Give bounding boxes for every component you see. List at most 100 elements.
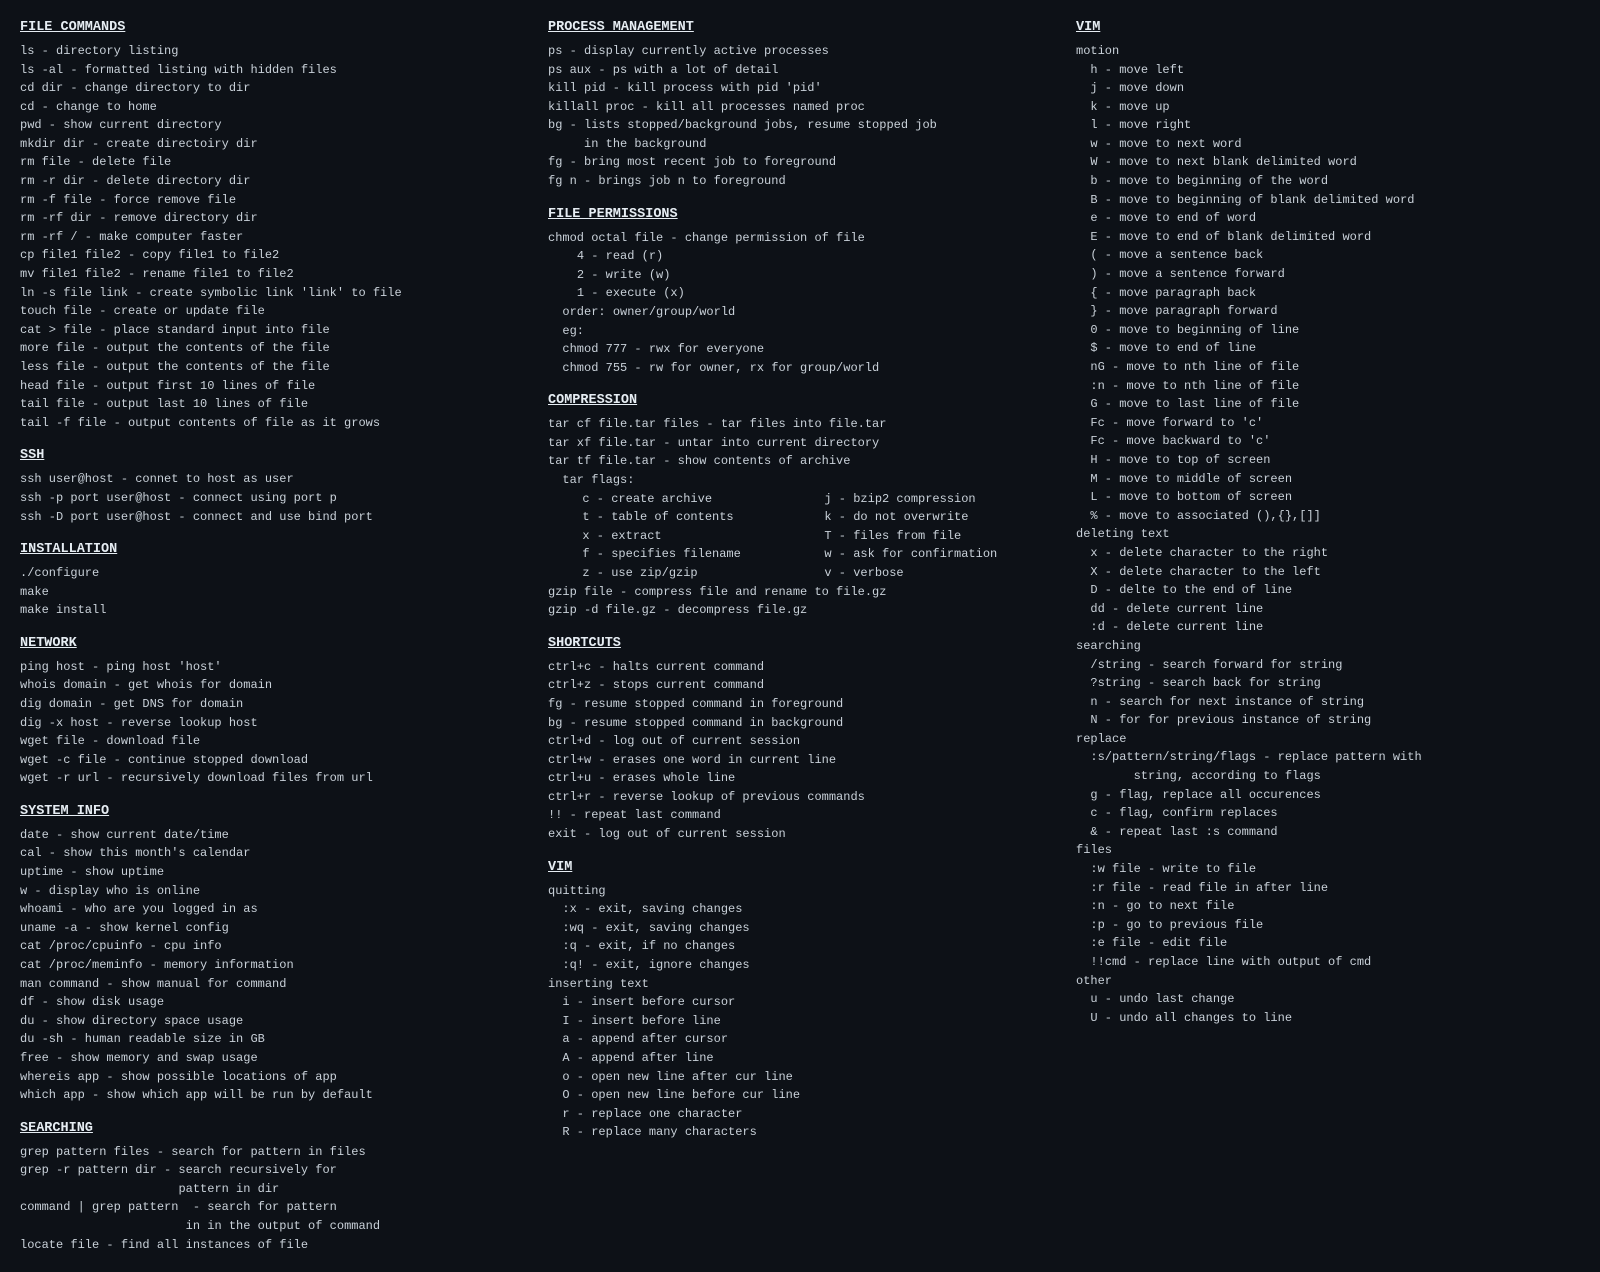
- list-item: !! - repeat last command: [548, 806, 1052, 825]
- list-item: ctrl+r - reverse lookup of previous comm…: [548, 788, 1052, 807]
- list-item: :w file - write to file: [1076, 860, 1580, 879]
- list-item: exit - log out of current session: [548, 825, 1052, 844]
- list-item: pattern in dir: [20, 1180, 524, 1199]
- list-item: G - move to last line of file: [1076, 395, 1580, 414]
- title-file-commands: FILE COMMANDS: [20, 18, 524, 39]
- list-item: dig -x host - reverse lookup host: [20, 714, 524, 733]
- network-list: ping host - ping host 'host'whois domain…: [20, 658, 524, 788]
- list-item: cat > file - place standard input into f…: [20, 321, 524, 340]
- list-item: B - move to beginning of blank delimited…: [1076, 191, 1580, 210]
- list-item: ctrl+c - halts current command: [548, 658, 1052, 677]
- list-item: ps - display currently active processes: [548, 42, 1052, 61]
- list-item: du - show directory space usage: [20, 1012, 524, 1031]
- list-item: whoami - who are you logged in as: [20, 900, 524, 919]
- list-item: chmod 755 - rw for owner, rx for group/w…: [548, 359, 1052, 378]
- list-item: eg:: [548, 322, 1052, 341]
- list-item: 4 - read (r): [548, 247, 1052, 266]
- list-item: i - insert before cursor: [548, 993, 1052, 1012]
- vim-deleting-list: x - delete character to the right X - de…: [1076, 544, 1580, 637]
- list-item: rm -rf dir - remove directory dir: [20, 209, 524, 228]
- ssh-list: ssh user@host - connet to host as userss…: [20, 470, 524, 526]
- list-item: Fc - move backward to 'c': [1076, 432, 1580, 451]
- list-item: dig domain - get DNS for domain: [20, 695, 524, 714]
- title-vim: VIM: [1076, 18, 1580, 39]
- flags-right: j - bzip2 compression k - do not overwri…: [810, 490, 1052, 583]
- list-item: ls - directory listing: [20, 42, 524, 61]
- list-item: date - show current date/time: [20, 826, 524, 845]
- list-item: a - append after cursor: [548, 1030, 1052, 1049]
- list-item: kill pid - kill process with pid 'pid': [548, 79, 1052, 98]
- list-item: du -sh - human readable size in GB: [20, 1030, 524, 1049]
- vim-files-label: files: [1076, 841, 1580, 860]
- list-item: :d - delete current line: [1076, 618, 1580, 637]
- list-item: rm -rf / - make computer faster: [20, 228, 524, 247]
- list-item: cat /proc/cpuinfo - cpu info: [20, 937, 524, 956]
- title-installation: INSTALLATION: [20, 540, 524, 561]
- column-3: VIM motion h - move left j - move down k…: [1076, 18, 1580, 1027]
- list-item: e - move to end of word: [1076, 209, 1580, 228]
- list-item: /string - search forward for string: [1076, 656, 1580, 675]
- list-item: U - undo all changes to line: [1076, 1009, 1580, 1028]
- vim-replace-list: :s/pattern/string/flags - replace patter…: [1076, 748, 1580, 841]
- list-item: gzip file - compress file and rename to …: [548, 583, 1052, 602]
- list-item: tar xf file.tar - untar into current dir…: [548, 434, 1052, 453]
- list-item: :s/pattern/string/flags - replace patter…: [1076, 748, 1580, 767]
- list-item: fg n - brings job n to foreground: [548, 172, 1052, 191]
- list-item: x - delete character to the right: [1076, 544, 1580, 563]
- list-item: tail -f file - output contents of file a…: [20, 414, 524, 433]
- list-item: T - files from file: [810, 527, 1052, 546]
- list-item: uname -a - show kernel config: [20, 919, 524, 938]
- list-item: Fc - move forward to 'c': [1076, 414, 1580, 433]
- list-item: L - move to bottom of screen: [1076, 488, 1580, 507]
- list-item: c - flag, confirm replaces: [1076, 804, 1580, 823]
- list-item: ./configure: [20, 564, 524, 583]
- list-item: 2 - write (w): [548, 266, 1052, 285]
- list-item: k - move up: [1076, 98, 1580, 117]
- list-item: ctrl+d - log out of current session: [548, 732, 1052, 751]
- title-network: NETWORK: [20, 634, 524, 655]
- list-item: which app - show which app will be run b…: [20, 1086, 524, 1105]
- list-item: rm -f file - force remove file: [20, 191, 524, 210]
- list-item: df - show disk usage: [20, 993, 524, 1012]
- list-item: uptime - show uptime: [20, 863, 524, 882]
- list-item: :q - exit, if no changes: [548, 937, 1052, 956]
- title-sysinfo: SYSTEM INFO: [20, 802, 524, 823]
- vim-other-label: other: [1076, 972, 1580, 991]
- flags-container: c - create archive t - table of contents…: [548, 490, 1052, 583]
- title-vim2: VIM: [548, 858, 1052, 879]
- list-item: & - repeat last :s command: [1076, 823, 1580, 842]
- list-item: cd - change to home: [20, 98, 524, 117]
- title-searching: SEARCHING: [20, 1119, 524, 1140]
- list-item: order: owner/group/world: [548, 303, 1052, 322]
- list-item: rm -r dir - delete directory dir: [20, 172, 524, 191]
- list-item: N - for for previous instance of string: [1076, 711, 1580, 730]
- list-item: cat /proc/meminfo - memory information: [20, 956, 524, 975]
- list-item: dd - delete current line: [1076, 600, 1580, 619]
- list-item: :x - exit, saving changes: [548, 900, 1052, 919]
- column-1: FILE COMMANDS ls - directory listingls -…: [20, 18, 548, 1254]
- list-item: !!cmd - replace line with output of cmd: [1076, 953, 1580, 972]
- list-item: ssh -p port user@host - connect using po…: [20, 489, 524, 508]
- list-item: w - display who is online: [20, 882, 524, 901]
- vim2-quitting: quitting: [548, 882, 1052, 901]
- list-item: O - open new line before cur line: [548, 1086, 1052, 1105]
- list-item: man command - show manual for command: [20, 975, 524, 994]
- list-item: ctrl+u - erases whole line: [548, 769, 1052, 788]
- list-item: r - replace one character: [548, 1105, 1052, 1124]
- list-item: gzip -d file.gz - decompress file.gz: [548, 601, 1052, 620]
- list-item: ls -al - formatted listing with hidden f…: [20, 61, 524, 80]
- vim-deleting-label: deleting text: [1076, 525, 1580, 544]
- vim2-list: :x - exit, saving changes :wq - exit, sa…: [548, 900, 1052, 1142]
- column-2: PROCESS MANAGEMENT ps - display currentl…: [548, 18, 1076, 1142]
- compression-list: tar cf file.tar files - tar files into f…: [548, 415, 1052, 489]
- list-item: less file - output the contents of the f…: [20, 358, 524, 377]
- list-item: k - do not overwrite: [810, 508, 1052, 527]
- list-item: cp file1 file2 - copy file1 to file2: [20, 246, 524, 265]
- list-item: mv file1 file2 - rename file1 to file2: [20, 265, 524, 284]
- list-item: :r file - read file in after line: [1076, 879, 1580, 898]
- list-item: make: [20, 583, 524, 602]
- list-item: ssh user@host - connet to host as user: [20, 470, 524, 489]
- vim-replace-label: replace: [1076, 730, 1580, 749]
- list-item: head file - output first 10 lines of fil…: [20, 377, 524, 396]
- list-item: wget -c file - continue stopped download: [20, 751, 524, 770]
